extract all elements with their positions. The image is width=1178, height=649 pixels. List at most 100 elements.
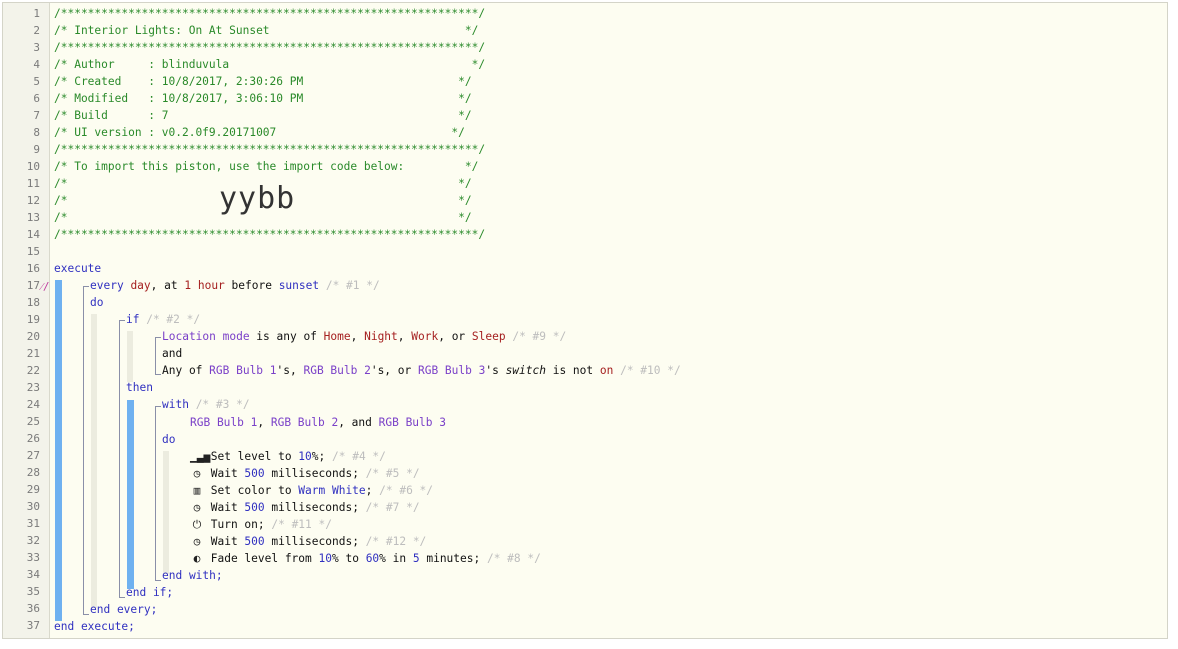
wait-text: Wait xyxy=(204,501,245,514)
percent-to-text: % to xyxy=(332,552,366,565)
statement-id-7: /* #7 */ xyxy=(358,501,420,514)
code-line-23[interactable]: then xyxy=(126,379,153,396)
line-number-gutter: 1 2 3 4 5 6 7 8 9 10 11 12 13 14 15 16 17 18 19 20 21 22 23 24 2… xyxy=(3,3,50,638)
code-line-28[interactable]: ◷ Wait 500 milliseconds; /* #5 */ xyxy=(190,465,420,482)
with-bracket-bottom xyxy=(155,580,161,581)
code-line-36[interactable]: end every; xyxy=(90,601,157,618)
execute-block-bar[interactable] xyxy=(55,280,62,621)
line-number: 3 xyxy=(33,41,40,54)
offset-value: 1 xyxy=(184,279,192,292)
code-line-16[interactable]: execute xyxy=(54,260,101,277)
condition-bracket-bottom xyxy=(155,374,161,375)
turn-on-text: Turn on; xyxy=(204,518,265,531)
location-mode-device: Location mode xyxy=(162,330,250,343)
comma-and-text: , and xyxy=(338,416,379,429)
minutes-text: minutes; xyxy=(419,552,481,565)
code-line-34[interactable]: end with; xyxy=(162,567,223,584)
line-number: 23 xyxy=(26,381,40,394)
code-line-35[interactable]: end if; xyxy=(126,584,173,601)
import-code[interactable]: yybb xyxy=(219,181,295,216)
if-bracket-top xyxy=(119,320,125,321)
device-bulb-3: RGB Bulb 3 xyxy=(378,416,446,429)
at-text: , at xyxy=(150,279,185,292)
code-line-9: /***************************************… xyxy=(54,143,486,156)
statement-id-10: /* #10 */ xyxy=(613,364,681,377)
code-line-31[interactable]: ⏻ Turn on; /* #11 */ xyxy=(190,516,332,533)
wait-value: 500 xyxy=(244,535,265,548)
then-keyword: then xyxy=(126,381,153,394)
if-bracket-bottom xyxy=(119,597,125,598)
code-line-14: /***************************************… xyxy=(54,228,486,241)
then-block-bar[interactable] xyxy=(127,400,134,589)
code-line-2: /* Interior Lights: On At Sunset */ xyxy=(54,24,479,37)
code-line-27[interactable]: ▁▃▅ Set level to 10%; /* #4 */ xyxy=(190,448,386,465)
code-line-21[interactable]: and xyxy=(162,345,182,362)
milliseconds-text: milliseconds; xyxy=(264,535,359,548)
code-line-5: /* Created : 10/8/2017, 2:30:26 PM */ xyxy=(54,75,472,88)
line-number: 7 xyxy=(33,109,40,122)
statement-id-1: /* #1 */ xyxy=(319,279,380,292)
code-line-3: /***************************************… xyxy=(54,41,486,54)
level-value: 10 xyxy=(298,450,312,463)
comma-text: , xyxy=(257,416,271,429)
code-line-29[interactable]: ▥ Set color to Warm White; /* #6 */ xyxy=(190,482,433,499)
wait-value: 500 xyxy=(244,501,265,514)
line-number: 14 xyxy=(26,228,40,241)
fade-end-value: 60 xyxy=(365,552,380,565)
half-circle-icon: ◐ xyxy=(193,552,201,565)
device-bulb-1: RGB Bulb 1 xyxy=(190,416,258,429)
line-number: 25 xyxy=(26,415,40,428)
line-number: 17 xyxy=(26,279,40,292)
possessive-text: 's, xyxy=(276,364,304,377)
fade-duration-value: 5 xyxy=(412,552,420,565)
condition-bracket xyxy=(155,337,156,374)
clock-icon: ◷ xyxy=(193,535,201,548)
code-line-33[interactable]: ◐ Fade level from 10% to 60% in 5 minute… xyxy=(190,550,541,567)
line-number: 22 xyxy=(26,364,40,377)
every-bracket-top xyxy=(83,286,89,287)
line-number: 19 xyxy=(26,313,40,326)
line-number: 10 xyxy=(26,160,40,173)
wait-value: 500 xyxy=(244,467,265,480)
mode-sleep: Sleep xyxy=(471,330,506,343)
line-number: 31 xyxy=(26,517,40,530)
code-line-18[interactable]: do xyxy=(90,294,103,311)
with-keyword: with xyxy=(162,398,189,411)
code-line-30[interactable]: ◷ Wait 500 milliseconds; /* #7 */ xyxy=(190,499,420,516)
statement-id-4: /* #4 */ xyxy=(325,450,386,463)
every-block-bar xyxy=(91,314,97,608)
every-keyword: every xyxy=(90,279,124,292)
line-number: 5 xyxy=(33,75,40,88)
statement-id-9: /* #9 */ xyxy=(505,330,567,343)
line-number: 36 xyxy=(26,602,40,615)
line-number: 16 xyxy=(26,262,40,275)
code-line-37[interactable]: end execute; xyxy=(54,618,135,635)
code-line-20[interactable]: Location mode is any of Home, Night, Wor… xyxy=(162,328,566,345)
code-line-26[interactable]: do xyxy=(162,431,175,448)
mode-home: Home xyxy=(323,330,351,343)
milliseconds-text: milliseconds; xyxy=(264,467,359,480)
code-line-24[interactable]: with /* #3 */ xyxy=(162,396,250,413)
clock-icon: ◷ xyxy=(193,467,201,480)
code-line-25[interactable]: RGB Bulb 1, RGB Bulb 2, and RGB Bulb 3 xyxy=(190,414,446,431)
code-line-17[interactable]: every day, at 1 hour before sunset /* #1… xyxy=(90,277,380,294)
line-number: 18 xyxy=(26,296,40,309)
line-number: 33 xyxy=(26,551,40,564)
with-bracket xyxy=(155,406,156,580)
code-editor-panel: 1 2 3 4 5 6 7 8 9 10 11 12 13 14 15 16 17 18 19 20 21 22 23 24 2… xyxy=(2,2,1168,639)
clock-icon: ◷ xyxy=(193,501,201,514)
code-line-19[interactable]: if /* #2 */ xyxy=(126,311,200,328)
device-bulb-1: RGB Bulb 1 xyxy=(209,364,277,377)
on-value: on xyxy=(599,364,614,377)
line-number: 8 xyxy=(33,126,40,139)
statement-id-2: /* #2 */ xyxy=(139,313,201,326)
code-line-22[interactable]: Any of RGB Bulb 1's, RGB Bulb 2's, or RG… xyxy=(162,362,681,379)
device-bulb-2: RGB Bulb 2 xyxy=(270,416,339,429)
fade-text: Fade level from xyxy=(204,552,319,565)
statement-id-11: /* #11 */ xyxy=(264,518,332,531)
set-color-text: Set color to xyxy=(204,484,299,497)
code-line-32[interactable]: ◷ Wait 500 milliseconds; /* #12 */ xyxy=(190,533,427,550)
execute-keyword: execute xyxy=(54,262,102,275)
line-number: 4 xyxy=(33,58,40,71)
line-number: 28 xyxy=(26,466,40,479)
